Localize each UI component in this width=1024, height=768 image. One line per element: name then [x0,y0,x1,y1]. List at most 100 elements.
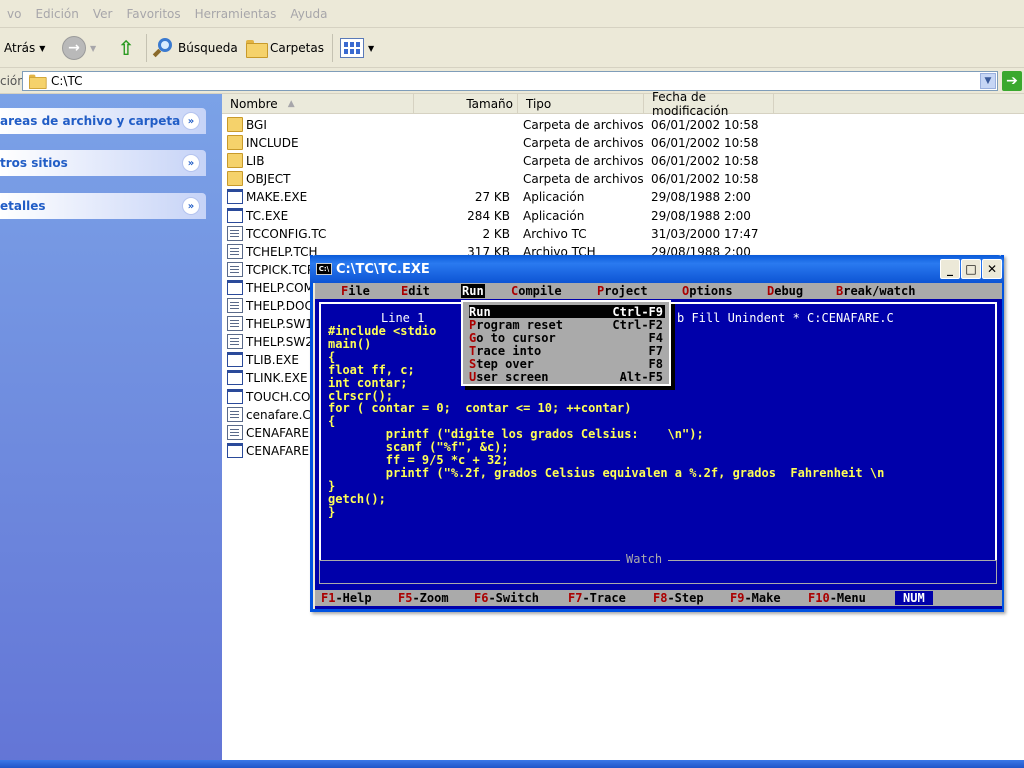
file-type: Archivo TC [523,226,587,241]
run-menu-item[interactable]: User screen Alt-F5 [469,370,665,384]
task-pane-section-other-places[interactable]: tros sitios » [0,150,206,176]
file-row[interactable]: MAKE.EXE 27 KB Aplicación 29/08/1988 2:00 [222,188,1024,206]
file-row[interactable]: LIB Carpeta de archivos 06/01/2002 10:58 [222,152,1024,170]
status-label: -Switch [488,591,540,605]
tc-menu-item[interactable]: Project [597,284,648,298]
up-folder-icon: ⇧ [117,36,135,60]
file-date: 06/01/2002 10:58 [651,118,759,132]
expand-chevron-icon[interactable]: » [182,112,200,130]
menu-help[interactable]: Ayuda [283,7,334,21]
address-bar: ción C:\TC ▼ ➔ [0,68,1024,94]
column-date[interactable]: Fecha de modificación [644,90,774,118]
console-icon[interactable]: C:\ [316,263,332,275]
file-row[interactable]: OBJECT Carpeta de archivos 06/01/2002 10:5… [222,170,1024,188]
column-name[interactable]: Nombre ▲ [222,94,414,114]
menu-label: o to cursor [476,330,556,345]
tc-menu-bar: File Edit Run Compile Project Options Debug Bre… [315,283,1002,299]
tc-title-bar[interactable]: C:\ C:\TC\TC.EXE _ □ ✕ [310,255,1004,283]
watch-pane[interactable]: Watch [319,552,997,584]
file-name: THELP.SW2 [246,335,313,350]
menu-shortcut: F8 [648,356,663,371]
file-name: OBJECT [246,172,291,187]
tc-menu-item[interactable]: Debug [767,284,803,298]
code-line: scanf ("%f", &c); [328,440,509,455]
expand-chevron-icon[interactable]: » [182,197,200,215]
run-menu-item[interactable]: Go to cursor F4 [469,330,665,345]
file-icon [227,424,243,440]
run-menu-item[interactable]: Program reset Ctrl-F2 [469,318,665,332]
file-name: CENAFARE.I [246,443,317,458]
menu-view[interactable]: Ver [86,7,120,21]
file-row[interactable]: INCLUDE Carpeta de archivos 06/01/2002 10:… [222,134,1024,152]
back-dropdown-icon[interactable]: ▼ [39,44,45,53]
status-key-hint[interactable]: F9-Make [730,591,781,605]
status-label: -Zoom [412,591,449,605]
tc-menu-item[interactable]: File [341,284,370,298]
code-line: ff = 9/5 *c + 32; [328,453,509,467]
tc-menu-item[interactable]: Run [461,284,485,298]
expand-chevron-icon[interactable]: » [182,154,200,172]
file-row[interactable]: TC.EXE 284 KB Aplicación 29/08/1988 2:00 [222,207,1024,225]
file-icon [227,298,243,313]
up-folder-button[interactable]: ⇧ [114,28,138,68]
code-line: for ( contar = 0; contar <= 10; ++contar… [328,401,632,416]
task-pane-section-details[interactable]: etalles » [0,193,206,219]
status-label: -Menu [829,591,866,605]
run-menu-item[interactable]: Trace into F7 [469,344,665,358]
tc-menu-item[interactable]: Edit [401,284,430,298]
views-dropdown-icon: ▼ [368,43,375,53]
folder-icon [227,135,243,151]
file-type: Carpeta de archivos [523,172,644,187]
address-dropdown-icon[interactable]: ▼ [980,73,996,89]
file-date: 06/01/2002 10:58 [651,172,759,187]
menu-favorites[interactable]: Favoritos [119,7,187,21]
address-input[interactable]: C:\TC ▼ [22,71,998,91]
tc-menu-item[interactable]: Options [682,284,733,298]
folders-label: Carpetas [270,41,324,55]
maximize-icon[interactable]: □ [961,259,981,279]
code-line: float ff, c; [328,362,415,377]
column-size[interactable]: Tamaño [414,94,518,114]
column-type[interactable]: Tipo [518,94,644,114]
code-line: clrscr(); [328,388,394,403]
dos-screen[interactable]: File Edit Run Compile Project Options Debug Bre… [315,283,1002,609]
address-folder-icon [29,74,47,90]
forward-button[interactable]: → ▼ [62,28,96,68]
code-line: } [328,504,336,519]
menu-label: roject [604,284,648,298]
status-key-hint[interactable]: F8-Step [653,591,704,605]
file-row[interactable]: BGI Carpeta de archivos 06/01/2002 10:58 [222,116,1024,134]
column-type-label: Tipo [526,97,552,111]
run-menu-item[interactable]: Step over F8 [469,356,665,371]
go-arrow-icon[interactable]: ➔ [1002,71,1022,91]
file-name: TLIB.EXE [246,353,299,368]
back-button[interactable]: Atrás ▼ [4,28,45,68]
close-icon[interactable]: ✕ [982,259,1002,279]
file-name: TCPICK.TCP [246,262,315,277]
toolbar-separator [332,34,333,62]
search-button[interactable]: Búsqueda [152,28,238,68]
file-row[interactable]: TCCONFIG.TC 2 KB Archivo TC 31/03/2000 17:4… [222,225,1024,243]
tc-menu-item[interactable]: Break/watch [836,284,915,298]
tc-menu-item[interactable]: Compile [511,284,562,298]
folder-icon [227,153,243,169]
views-button[interactable]: ▼ [340,28,374,68]
application-icon [227,442,243,458]
menu-file[interactable]: vo [0,7,28,21]
status-key-hint[interactable]: F6-Switch [474,591,539,605]
status-key-hint[interactable]: F10-Menu [808,591,866,605]
status-key-hint[interactable]: F5-Zoom [398,591,449,605]
task-pane-section-tasks[interactable]: areas de archivo y carpeta » [0,108,206,134]
file-name: cenafare.C [246,407,311,422]
folders-button[interactable]: Carpetas [246,28,324,68]
status-key-hint[interactable]: F1-Help [321,591,372,605]
menu-tools[interactable]: Herramientas [188,7,284,21]
minimize-icon[interactable]: _ [940,259,960,279]
menu-edit[interactable]: Edición [28,7,85,21]
file-name: MAKE.EXE [246,190,308,205]
task-pane: areas de archivo y carpeta » tros sitios… [0,94,222,768]
file-icon [227,316,243,332]
run-menu-item[interactable]: Run Ctrl-F9 [469,305,665,319]
file-type: Carpeta de archivos [523,136,644,151]
status-key-hint[interactable]: F7-Trace [568,591,626,605]
